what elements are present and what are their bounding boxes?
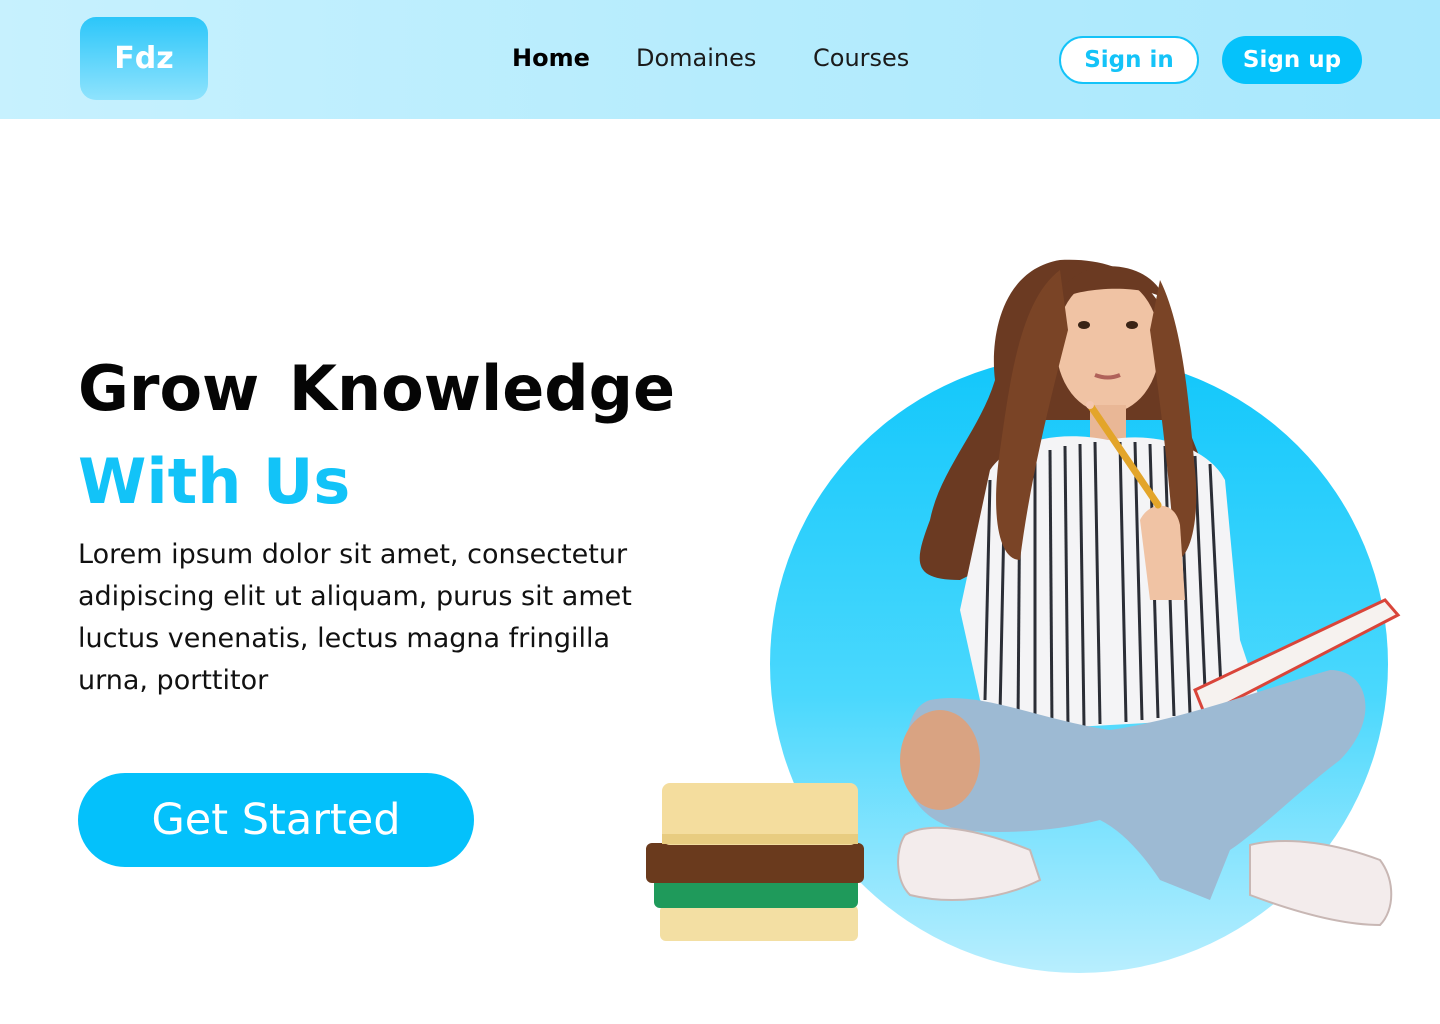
nav-domaines-link[interactable]: Domaines [636,44,756,72]
sign-in-button[interactable]: Sign in [1059,36,1199,84]
student-with-books-illustration [646,259,1401,941]
top-navbar: Fdz Home Domaines Courses Sign in Sign u… [0,0,1440,119]
sign-up-button[interactable]: Sign up [1222,36,1362,84]
hero-subtitle: With Us [78,445,351,518]
get-started-button[interactable]: Get Started [78,773,474,867]
book-stack [646,783,864,941]
hero-description: Lorem ipsum dolor sit amet, consectetur … [78,539,632,696]
nav-home-link[interactable]: Home [512,44,590,72]
nav-courses-link[interactable]: Courses [813,44,909,72]
logo[interactable]: Fdz [80,17,208,100]
hero-title: Grow Knowledge [78,352,676,425]
